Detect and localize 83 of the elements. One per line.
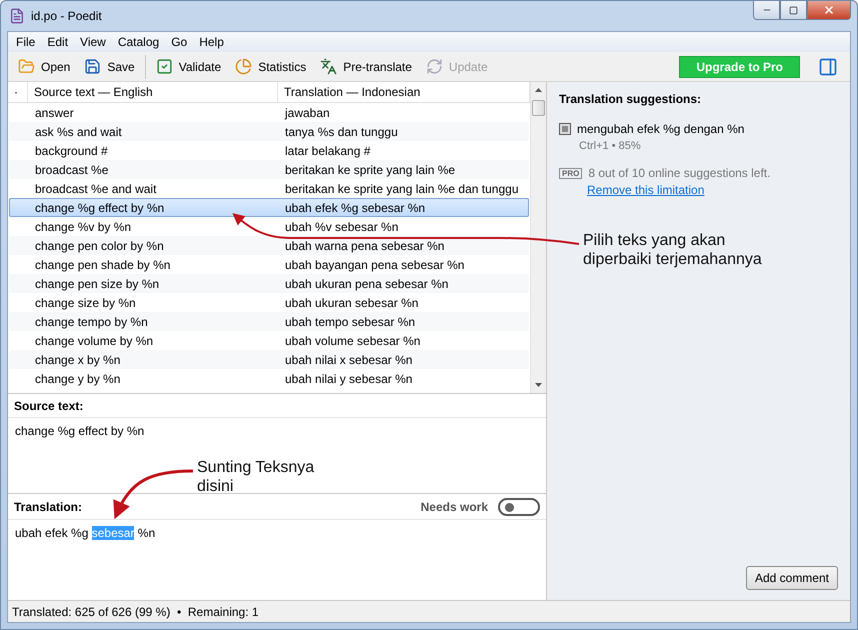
pro-badge: PRO (559, 168, 582, 178)
folder-icon (18, 58, 35, 75)
table-cell-text: beritakan ke sprite yang lain %e (284, 162, 456, 176)
toggle-label: Needs work (420, 500, 488, 514)
table-cell-text: ubah ukuran sebesar %n (284, 296, 420, 310)
column-header: · (8, 82, 28, 102)
close-icon (823, 4, 835, 16)
minimize-button[interactable] (753, 1, 780, 20)
maximize-button[interactable] (780, 1, 807, 20)
menu-item[interactable]: Help (193, 35, 230, 49)
column-header[interactable]: Source text — English (28, 82, 278, 102)
needs-work-toggle[interactable] (498, 498, 540, 516)
close-button[interactable] (807, 1, 851, 20)
suggestion-text[interactable]: mengubah efek %g dengan %n (577, 122, 744, 136)
table-cell-text: broadcast %e and wait (34, 182, 158, 196)
table-row[interactable]: change tempo by %n ubah tempo sebesar %n (9, 312, 529, 331)
menu-item[interactable]: Catalog (112, 35, 166, 49)
suggestion-meta: Ctrl+1 • 85% (578, 140, 642, 152)
section-label: Source text: (8, 394, 546, 418)
section-label: Translation: (14, 500, 82, 514)
toolbar-button[interactable]: Pre-translate (314, 55, 418, 78)
table-cell-text: ubah nilai x sebesar %n (284, 352, 414, 366)
toolbar-button[interactable]: Statistics (229, 55, 312, 78)
table-cell-text: ubah efek %g sebesar %n (284, 200, 426, 214)
table-cell-text: answer (34, 106, 75, 120)
table-row[interactable]: ask %s and wait tanya %s dan tunggu (9, 122, 529, 141)
table-cell-text: tanya %s dan tunggu (284, 124, 399, 138)
table-row[interactable]: change x by %n ubah nilai x sebesar %n (9, 350, 529, 369)
table-row[interactable]: broadcast %e beritakan ke sprite yang lain %e (9, 160, 529, 179)
table-cell-text: ubah warna pena sebesar %n (284, 238, 446, 252)
translation-editor[interactable]: ubah efek %g sebesar %n (8, 520, 546, 600)
panel-title: Translation suggestions: (559, 92, 702, 106)
table-cell-text: background # (34, 144, 109, 158)
app-icon (9, 8, 25, 24)
table-row[interactable]: change %g effect by %n ubah efek %g sebesar %n (9, 198, 529, 217)
table-cell-text: change pen color by %n (34, 238, 165, 252)
table-cell-text: change pen shade by %n (34, 258, 172, 272)
annotation-text: Sunting Teksnya disini (197, 458, 316, 496)
table-cell-text: beritakan ke sprite yang lain %e dan tunggu (284, 182, 520, 196)
table-cell-text: ubah ukuran pena sebesar %n (284, 276, 450, 290)
table-cell-text: change tempo by %n (34, 314, 149, 328)
menu-item[interactable]: Edit (41, 35, 74, 49)
table-cell-text: jawaban (284, 106, 331, 120)
table-cell-text: change volume by %n (34, 334, 154, 348)
scroll-up-icon[interactable] (535, 88, 542, 92)
table-cell-text: ubah bayangan pena sebesar %n (284, 258, 466, 272)
table-cell-text: change %v by %n (34, 220, 132, 234)
table-cell-text: change %g effect by %n (34, 200, 166, 214)
add-comment-button[interactable]: Add comment (746, 566, 838, 590)
table-cell-text: ubah %v sebesar %n (284, 220, 400, 234)
table-cell-text: change size by %n (34, 296, 137, 310)
table-cell-text: latar belakang # (284, 144, 372, 158)
pie-chart-icon (235, 58, 252, 75)
toolbar-button[interactable]: Validate (150, 55, 228, 78)
table-row[interactable]: change pen color by %n ubah warna pena sebesar %n (9, 236, 529, 255)
toolbar-button[interactable]: Save (78, 55, 141, 78)
film-icon (559, 123, 571, 135)
table-cell-text: ubah tempo sebesar %n (284, 314, 416, 328)
menu-item[interactable]: File (10, 35, 42, 49)
table-cell-text: change pen size by %n (34, 276, 160, 290)
sidebar-toggle-button[interactable] (818, 56, 838, 76)
maximize-icon (789, 6, 798, 14)
floppy-icon (84, 58, 102, 75)
refresh-icon (426, 58, 443, 75)
scrollbar-thumb[interactable] (532, 100, 545, 116)
remove-limitation-link[interactable]: Remove this limitation (587, 183, 704, 197)
toolbar-button[interactable]: Open (12, 55, 76, 78)
table-row[interactable]: change pen size by %n ubah ukuran pena sebesar %n (9, 274, 529, 293)
table-cell-text: broadcast %e (34, 162, 110, 176)
menu-item[interactable]: View (74, 35, 112, 49)
table-cell-text: change y by %n (34, 372, 122, 386)
scroll-down-icon[interactable] (535, 383, 542, 387)
annotation-text: Pilih teks yang akan diperbaiki terjemahannya (583, 231, 763, 269)
table-cell-text: ubah nilai y sebesar %n (284, 372, 414, 386)
translate-icon (320, 58, 338, 75)
table-cell-text: ubah volume sebesar %n (284, 334, 422, 348)
menu-item[interactable]: Go (165, 35, 194, 49)
checkbox-icon (156, 58, 173, 75)
window-title: id.po - Poedit (31, 9, 103, 23)
pro-message: 8 out of 10 online suggestions left. (588, 166, 770, 180)
table-cell-text: ask %s and wait (34, 124, 123, 138)
status-bar: Translated: 625 of 626 (99 %) • Remaining: 1 (8, 600, 850, 622)
table-cell-text: change x by %n (34, 352, 122, 366)
